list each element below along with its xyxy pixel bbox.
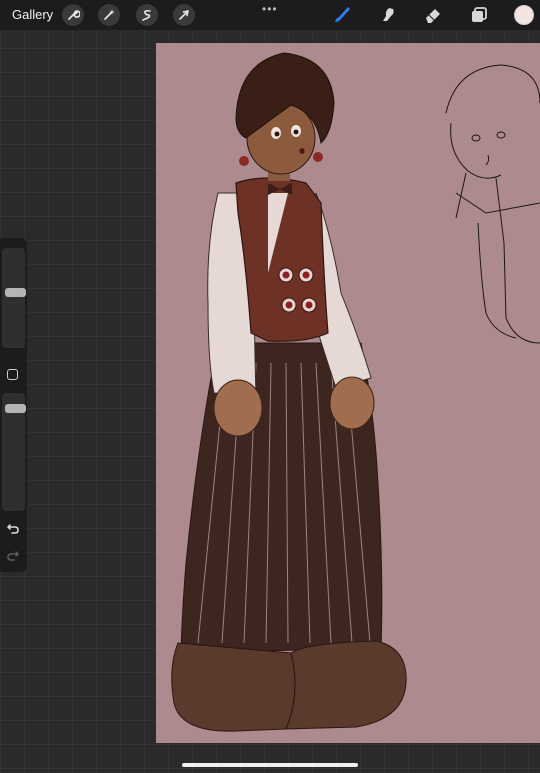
right-hand	[329, 376, 375, 430]
brush-size-thumb[interactable]	[5, 288, 26, 297]
modify-button[interactable]	[7, 369, 18, 380]
wrench-icon[interactable]	[62, 4, 84, 26]
layers-icon[interactable]	[467, 3, 491, 27]
gallery-button[interactable]: Gallery	[12, 7, 53, 22]
top-toolbar: Gallery •••	[0, 0, 540, 30]
right-boot	[285, 640, 407, 730]
selection-icon[interactable]	[136, 4, 158, 26]
magic-wand-icon[interactable]	[98, 4, 120, 26]
brush-icon[interactable]	[330, 3, 354, 27]
redo-icon[interactable]	[5, 547, 21, 563]
left-sidebar	[0, 238, 27, 572]
eraser-icon[interactable]	[421, 3, 445, 27]
actions-menu-dots[interactable]: •••	[262, 2, 278, 16]
opacity-thumb[interactable]	[5, 404, 26, 413]
drawing-canvas[interactable]	[156, 43, 540, 743]
artwork-illustration	[171, 52, 540, 732]
home-indicator	[182, 763, 358, 767]
sketch-figure	[445, 64, 540, 344]
transform-icon[interactable]	[173, 4, 195, 26]
brush-size-slider[interactable]	[2, 248, 26, 348]
opacity-slider[interactable]	[2, 393, 26, 511]
undo-icon[interactable]	[5, 520, 21, 536]
earring	[239, 156, 249, 166]
left-boot	[171, 642, 296, 732]
left-hand	[213, 379, 263, 437]
color-icon[interactable]	[514, 5, 534, 25]
smudge-icon[interactable]	[376, 3, 400, 27]
